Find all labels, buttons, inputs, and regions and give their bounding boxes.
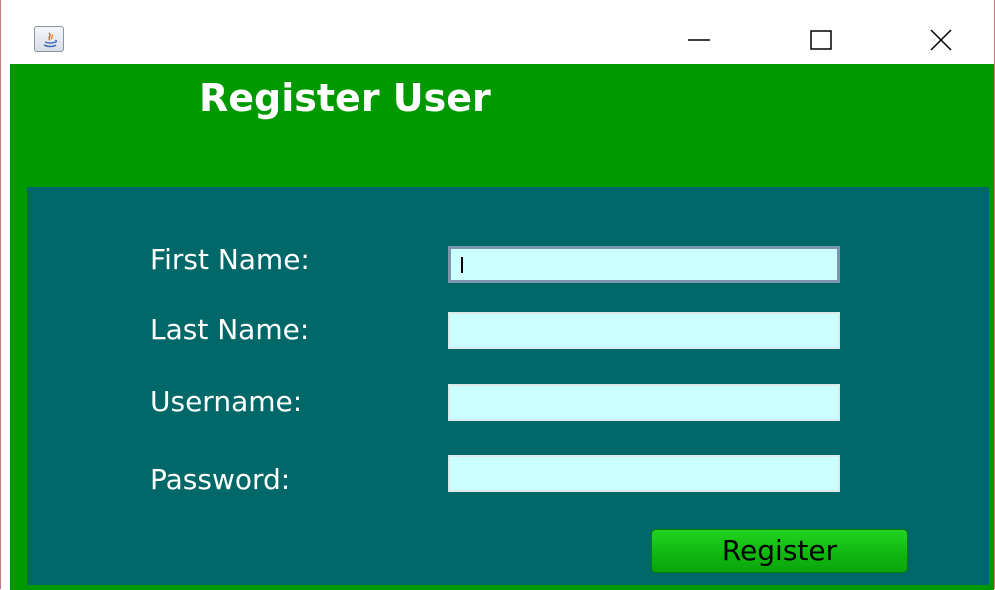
register-button[interactable]: Register (651, 529, 908, 573)
java-icon[interactable] (34, 26, 64, 52)
content-area: Register User First Name: Last Name: Use… (10, 64, 994, 590)
close-icon (930, 29, 952, 51)
password-field[interactable] (448, 455, 840, 492)
minimize-button[interactable] (674, 22, 724, 58)
app-window: Register User First Name: Last Name: Use… (0, 0, 995, 590)
username-label: Username: (150, 385, 303, 418)
text-cursor (461, 257, 463, 273)
last-name-label: Last Name: (150, 313, 310, 346)
registration-form: First Name: Last Name: Username: Passwor… (27, 187, 989, 585)
minimize-icon (688, 39, 710, 41)
close-button[interactable] (916, 22, 966, 58)
first-name-label: First Name: (150, 243, 310, 276)
title-bar[interactable] (1, 0, 994, 64)
maximize-button[interactable] (796, 22, 846, 58)
username-field[interactable] (448, 384, 840, 421)
first-name-field[interactable] (448, 246, 840, 283)
password-label: Password: (150, 463, 291, 496)
last-name-field[interactable] (448, 312, 840, 349)
maximize-icon (810, 30, 832, 50)
page-title: Register User (199, 76, 491, 120)
